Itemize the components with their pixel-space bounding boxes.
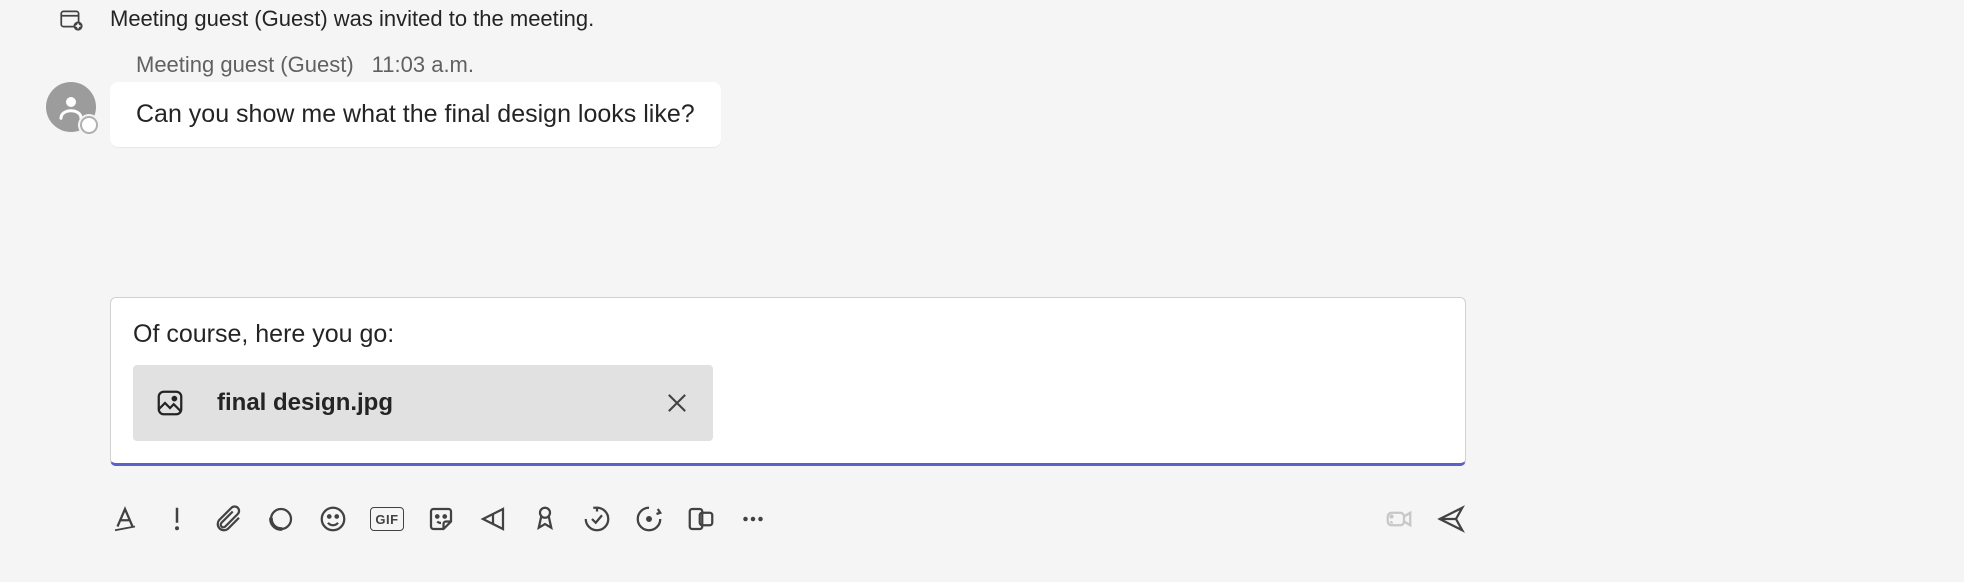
image-icon — [155, 388, 185, 418]
composer-text[interactable]: Of course, here you go: — [133, 320, 1443, 365]
attachment-chip[interactable]: final design.jpg — [133, 365, 713, 441]
message-bubble[interactable]: Can you show me what the final design lo… — [110, 82, 721, 147]
updates-icon[interactable] — [634, 504, 664, 534]
emoji-icon[interactable] — [318, 504, 348, 534]
remove-attachment-button[interactable] — [663, 389, 691, 417]
priority-icon[interactable] — [162, 504, 192, 534]
message-timestamp: 11:03 a.m. — [372, 52, 474, 78]
send-button[interactable] — [1436, 504, 1466, 534]
praise-icon[interactable] — [530, 504, 560, 534]
loop-icon[interactable] — [266, 504, 296, 534]
attach-icon[interactable] — [214, 504, 244, 534]
video-clip-icon[interactable] — [1384, 504, 1414, 534]
actions-icon[interactable] — [478, 504, 508, 534]
message-sender: Meeting guest (Guest) — [136, 52, 354, 78]
message-composer[interactable]: Of course, here you go: final design.jpg — [110, 297, 1466, 466]
more-icon[interactable] — [738, 504, 768, 534]
presence-indicator — [80, 116, 98, 134]
avatar[interactable] — [46, 82, 96, 132]
message-text: Can you show me what the final design lo… — [136, 100, 695, 128]
composer-toolbar: GIF — [110, 504, 1466, 534]
viva-icon[interactable] — [686, 504, 716, 534]
format-icon[interactable] — [110, 504, 140, 534]
calendar-add-icon — [58, 6, 84, 32]
sticker-icon[interactable] — [426, 504, 456, 534]
system-event-text: Meeting guest (Guest) was invited to the… — [110, 6, 594, 32]
attachment-filename: final design.jpg — [217, 389, 663, 417]
gif-button[interactable]: GIF — [370, 507, 404, 531]
system-event-row: Meeting guest (Guest) was invited to the… — [0, 0, 1964, 38]
message-row: Meeting guest (Guest) 11:03 a.m. Can you… — [0, 38, 1964, 147]
approvals-icon[interactable] — [582, 504, 612, 534]
